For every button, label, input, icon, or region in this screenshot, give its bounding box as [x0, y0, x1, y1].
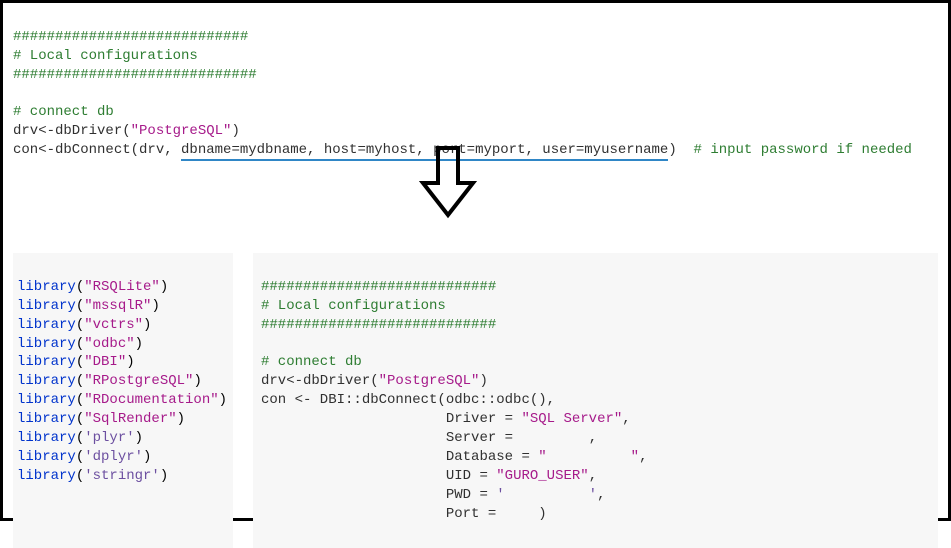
connect-db-comment: # connect db: [261, 354, 362, 370]
hash-line: ############################: [261, 317, 496, 333]
server-arg: Server = ,: [261, 430, 597, 446]
library-line: library('plyr'): [17, 430, 143, 446]
hash-line: #############################: [13, 67, 257, 83]
uid-arg: UID = "GURO_USER",: [261, 468, 597, 484]
library-line: library("odbc"): [17, 336, 143, 352]
password-comment: # input password if needed: [677, 142, 912, 158]
local-config-comment: # Local configurations: [261, 298, 446, 314]
hash-line: ############################: [261, 279, 496, 295]
port-arg: Port = ): [261, 506, 547, 522]
hash-line: ############################: [13, 29, 248, 45]
library-line: library('stringr'): [17, 468, 168, 484]
local-config-comment: # Local configurations: [13, 48, 198, 64]
page-frame: ############################ # Local con…: [0, 0, 951, 521]
library-line: library("RDocumentation"): [17, 392, 227, 408]
library-line: library("RPostgreSQL"): [17, 373, 202, 389]
con-line: con <- DBI::dbConnect(odbc::odbc(),: [261, 392, 555, 408]
connect-db-comment: # connect db: [13, 104, 114, 120]
library-list: library("RSQLite") library("mssqlR") lib…: [13, 253, 233, 548]
pwd-arg: PWD = ' ',: [261, 487, 606, 503]
library-line: library("mssqlR"): [17, 298, 160, 314]
down-arrow-icon: [413, 143, 483, 223]
driver-arg: Driver = "SQL Server",: [261, 411, 631, 427]
bottom-section: library("RSQLite") library("mssqlR") lib…: [13, 253, 938, 548]
library-line: library("vctrs"): [17, 317, 151, 333]
database-arg: Database = " ",: [261, 449, 648, 465]
right-code-block: ############################ # Local con…: [253, 253, 938, 548]
library-line: library("RSQLite"): [17, 279, 168, 295]
drv-line: drv<-dbDriver("PostgreSQL"): [261, 373, 488, 389]
library-line: library("DBI"): [17, 354, 135, 370]
library-line: library('dplyr'): [17, 449, 151, 465]
library-line: library("SqlRender"): [17, 411, 185, 427]
drv-line: drv<-dbDriver("PostgreSQL"): [13, 123, 240, 139]
